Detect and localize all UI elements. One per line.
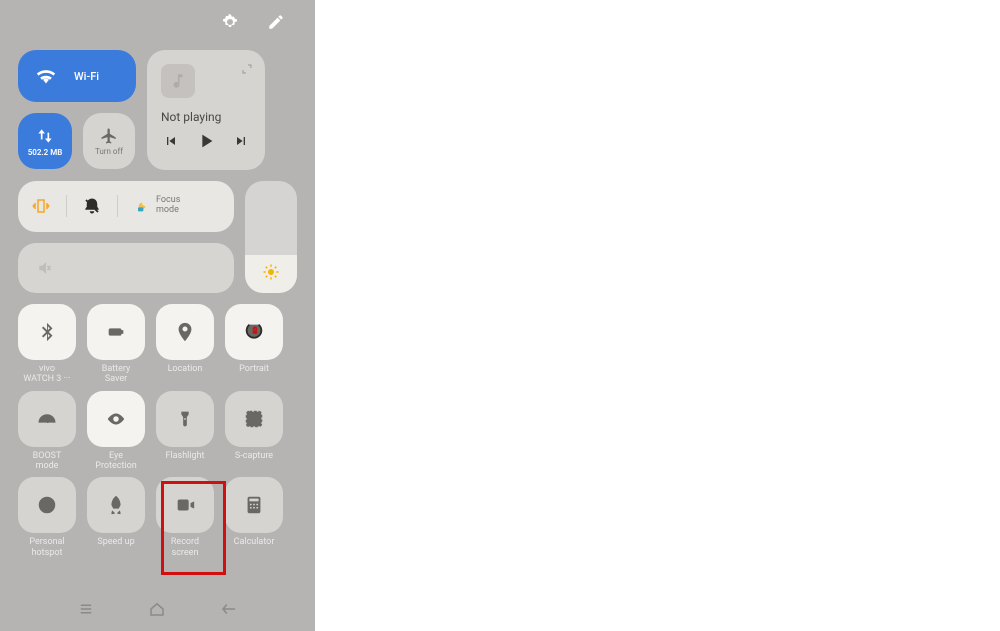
expand-icon[interactable] [241, 60, 253, 79]
media-prev-button[interactable] [163, 133, 179, 153]
vibrate-icon [32, 197, 50, 215]
boost-mode-label: BOOST mode [33, 451, 62, 472]
media-play-button[interactable] [195, 130, 217, 156]
brightness-slider[interactable] [245, 181, 297, 293]
personal-hotspot-tile[interactable]: Personal hotspot [18, 477, 76, 558]
s-capture-tile[interactable]: S-capture [225, 391, 283, 472]
wifi-icon [36, 66, 56, 86]
airplane-mode-tile[interactable]: Turn off [83, 113, 135, 169]
airplane-icon [100, 127, 118, 145]
brightness-icon [262, 263, 280, 281]
flashlight-label: Flashlight [166, 451, 205, 461]
settings-icon[interactable] [221, 13, 239, 35]
data-arrows-icon [35, 126, 55, 146]
divider [117, 195, 118, 217]
bluetooth-label: vivo WATCH 3 ··· [23, 364, 70, 385]
calculator-label: Calculator [234, 537, 275, 547]
battery-icon [105, 321, 127, 343]
media-player-tile[interactable]: Not playing [147, 50, 265, 170]
eye-icon [105, 408, 127, 430]
battery-saver-tile[interactable]: Battery Saver [87, 304, 145, 385]
media-next-button[interactable] [233, 133, 249, 153]
hotspot-icon [36, 494, 58, 516]
flashlight-tile[interactable]: Flashlight [156, 391, 214, 472]
gauge-icon [36, 408, 58, 430]
speed-up-label: Speed up [97, 537, 134, 547]
focus-mode-icon [134, 198, 150, 214]
wifi-label: Wi-Fi [74, 70, 99, 83]
speed-up-tile[interactable]: Speed up [87, 477, 145, 558]
location-tile[interactable]: Location [156, 304, 214, 385]
media-status: Not playing [161, 110, 251, 124]
music-note-icon [169, 72, 187, 90]
bluetooth-tile[interactable]: vivo WATCH 3 ··· [18, 304, 76, 385]
location-icon [174, 321, 196, 343]
flashlight-icon [174, 408, 196, 430]
edit-icon[interactable] [267, 13, 285, 35]
volume-slider[interactable] [18, 243, 234, 294]
bluetooth-icon [36, 321, 58, 343]
nav-home-button[interactable] [148, 600, 166, 622]
boost-mode-tile[interactable]: BOOST mode [18, 391, 76, 472]
personal-hotspot-label: Personal hotspot [29, 537, 64, 558]
nav-recents-button[interactable] [77, 600, 95, 622]
eye-protection-label: Eye Protection [95, 451, 136, 472]
record-screen-tile[interactable]: Record screen [156, 477, 214, 558]
scissors-icon [243, 408, 265, 430]
video-camera-icon [174, 494, 196, 516]
eye-protection-tile[interactable]: Eye Protection [87, 391, 145, 472]
modes-tile[interactable]: Focus mode [18, 181, 234, 232]
dnd-icon [83, 197, 101, 215]
calculator-icon [243, 494, 265, 516]
portrait-lock-icon [243, 321, 265, 343]
calculator-tile[interactable]: Calculator [225, 477, 283, 558]
topbar [0, 0, 315, 42]
portrait-tile[interactable]: Portrait [225, 304, 283, 385]
tiles-area: Wi-Fi 502.2 MB Turn off [0, 42, 315, 558]
navigation-bar [0, 591, 315, 631]
location-label: Location [168, 364, 203, 374]
focus-mode-button[interactable]: Focus mode [134, 196, 180, 216]
record-screen-label: Record screen [171, 537, 199, 558]
battery-saver-label: Battery Saver [102, 364, 131, 385]
album-art-placeholder [161, 64, 195, 98]
nav-back-button[interactable] [220, 600, 238, 622]
focus-mode-label: Focus mode [156, 196, 180, 216]
s-capture-label: S-capture [235, 451, 273, 461]
data-usage: 502.2 MB [28, 148, 63, 157]
mobile-data-tile[interactable]: 502.2 MB [18, 113, 72, 169]
rocket-icon [105, 494, 127, 516]
airplane-label: Turn off [95, 147, 123, 156]
control-center-panel: Wi-Fi 502.2 MB Turn off [0, 0, 315, 631]
divider [66, 195, 67, 217]
wifi-tile[interactable]: Wi-Fi [18, 50, 136, 102]
portrait-label: Portrait [239, 364, 269, 374]
volume-mute-icon [34, 259, 52, 277]
